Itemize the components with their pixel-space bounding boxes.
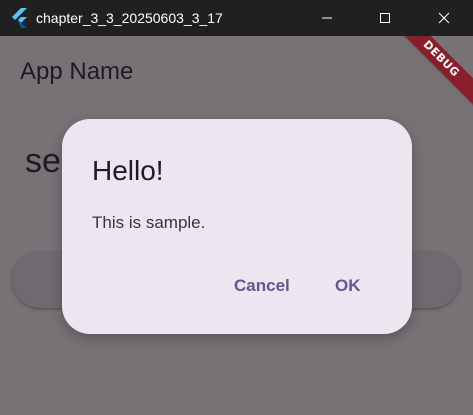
maximize-icon (380, 13, 390, 23)
appbar-title: App Name (20, 58, 134, 85)
close-icon (438, 12, 450, 24)
debug-banner: DEBUG (392, 36, 473, 108)
dialog-message: This is sample. (92, 213, 206, 232)
dialog-title: Hello! (92, 155, 164, 186)
minimize-button[interactable] (304, 0, 350, 36)
alert-dialog: Hello! This is sample. Cancel OK (62, 119, 412, 334)
close-button[interactable] (421, 0, 467, 36)
app-window: chapter_3_3_20250603_3_17 App Name se DE… (0, 0, 473, 415)
cancel-button[interactable]: Cancel (224, 269, 300, 303)
maximize-button[interactable] (362, 0, 408, 36)
minimize-icon (322, 17, 332, 19)
window-title: chapter_3_3_20250603_3_17 (36, 10, 223, 26)
body-text: se (25, 142, 61, 180)
flutter-logo-icon (12, 8, 27, 28)
ok-button[interactable]: OK (325, 269, 371, 303)
title-bar[interactable]: chapter_3_3_20250603_3_17 (0, 0, 473, 36)
